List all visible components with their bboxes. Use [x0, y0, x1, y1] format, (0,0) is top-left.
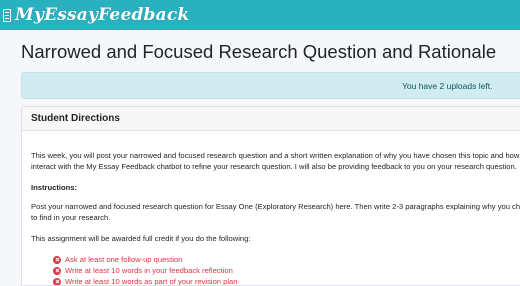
directions-paragraph-line-1: This week, you will post your narrowed a…	[31, 151, 520, 160]
brand-logo[interactable]: MyEssayFeedback	[15, 5, 189, 25]
x-circle-icon	[53, 277, 61, 285]
page-title: Narrowed and Focused Research Question a…	[21, 41, 497, 62]
uploads-alert: You have 2 uploads left.	[21, 72, 520, 99]
requirement-label: Write at least 10 words as part of your …	[65, 277, 238, 286]
credit-criteria-intro: This assignment will be awarded full cre…	[31, 234, 251, 243]
document-icon	[3, 8, 11, 22]
requirement-item: Ask at least one follow-up question	[53, 254, 182, 265]
requirement-label: Ask at least one follow-up question	[65, 255, 183, 264]
instructions-label: Instructions:	[31, 183, 77, 192]
instructions-paragraph-line-2: to find in your research.	[31, 213, 111, 222]
card-header: Student Directions	[22, 107, 520, 131]
requirement-item: Write at least 10 words in your feedback…	[53, 265, 233, 276]
x-circle-icon	[53, 266, 61, 275]
requirement-item: Write at least 10 words as part of your …	[53, 276, 238, 286]
student-directions-card: Student Directions This week, you will p…	[21, 106, 520, 286]
instructions-paragraph-line-1: Post your narrowed and focused research …	[31, 202, 520, 211]
x-circle-icon	[53, 255, 61, 264]
uploads-left-text: You have 2 uploads left.	[402, 81, 493, 91]
requirement-label: Write at least 10 words in your feedback…	[65, 266, 233, 275]
top-navbar: MyEssayFeedback	[0, 0, 520, 30]
directions-paragraph-line-2: interact with the My Essay Feedback chat…	[31, 162, 517, 171]
